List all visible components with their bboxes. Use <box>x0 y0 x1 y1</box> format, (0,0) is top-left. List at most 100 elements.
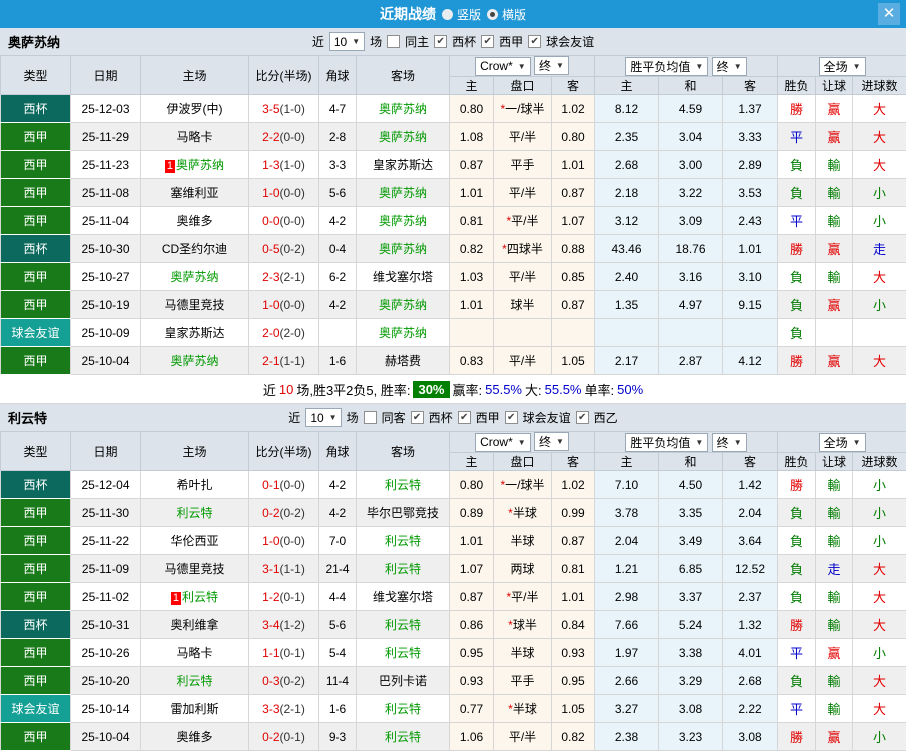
title-bar: 近期战绩 竖版 横版 ✕ <box>0 0 906 28</box>
goals-result-text: 大 <box>873 674 887 689</box>
scope-select[interactable]: 全场 ▼ <box>818 56 866 76</box>
goals-result: 大 <box>852 94 906 123</box>
odds-home: 0.89 <box>449 498 494 527</box>
league-checkbox-3[interactable]: ✔ <box>575 411 589 424</box>
score: 0-0(0-0) <box>248 206 319 235</box>
odds-source-select[interactable]: Crow* ▼ <box>475 56 531 76</box>
odds-home: 0.95 <box>449 638 494 667</box>
halftime-score: (0-0) <box>279 185 305 200</box>
home-team: 马略卡 <box>140 638 249 667</box>
away-team-name: 利云特 <box>384 534 421 548</box>
halftime-score: (0-1) <box>279 645 305 660</box>
odds-home: 0.83 <box>449 346 494 375</box>
handicap-text: 平手 <box>510 674 535 688</box>
halftime-score: (1-0) <box>279 101 305 116</box>
match-date: 25-11-04 <box>70 206 141 235</box>
radio-checked-icon[interactable] <box>487 8 498 20</box>
league-checkbox-2[interactable]: ✔ <box>528 35 542 48</box>
chevron-down-icon: ▼ <box>328 413 337 422</box>
table-row: 西甲 25-10-04 奥萨苏纳 2-1(1-1) 1-6 赫塔费 0.83 平/半 1.05 2… <box>0 346 906 375</box>
away-team-name: 奥萨苏纳 <box>378 102 427 116</box>
handicap: *球半 <box>493 610 552 639</box>
result-text: 負 <box>790 562 804 577</box>
avg-draw: 4.59 <box>658 94 723 123</box>
filter-controls: 近 10 ▼ 场 同客 ✔ 西杯 ✔ 西甲 ✔ 球会友谊 ✔ 西乙 <box>288 408 618 427</box>
odds-time-select[interactable]: 终 ▼ <box>534 432 569 452</box>
away-team: 利云特 <box>356 694 450 723</box>
odds-time-select[interactable]: 终 ▼ <box>534 56 569 76</box>
match-date: 25-10-14 <box>70 694 141 723</box>
layout-radio-horizontal[interactable]: 横版 <box>487 6 526 23</box>
league-checkbox-1[interactable]: ✔ <box>481 35 495 48</box>
halftime-score: (1-1) <box>279 353 305 368</box>
odds-away: 0.81 <box>551 554 595 583</box>
goals-result-text: 大 <box>873 130 887 145</box>
col-header-corner: 角球 <box>318 431 357 471</box>
halftime-score: (2-1) <box>279 269 305 284</box>
near-label: 近 <box>288 411 301 425</box>
score: 3-1(1-1) <box>248 554 319 583</box>
avg-away: 2.22 <box>721 694 779 723</box>
table-row: 西杯 25-12-03 伊波罗(中) 3-5(1-0) 4-7 奥萨苏纳 0.80 *一/球半… <box>0 94 906 123</box>
filter-controls: 近 10 ▼ 场 同主 ✔ 西杯 ✔ 西甲 ✔ 球会友谊 <box>312 32 594 51</box>
goals-result-text: 小 <box>873 478 887 493</box>
handicap-result-text: 輸 <box>827 674 841 689</box>
avg-draw: 3.49 <box>658 526 723 555</box>
avg-away: 9.15 <box>721 290 779 319</box>
away-team: 利云特 <box>356 722 450 751</box>
fulltime-score: 3-5 <box>262 101 280 116</box>
fulltime-score: 0-5 <box>262 241 280 256</box>
match-date: 25-11-08 <box>70 178 141 207</box>
avg-away: 1.01 <box>721 234 779 263</box>
fulltime-score: 0-1 <box>262 477 280 492</box>
result: 勝 <box>777 346 817 375</box>
result-text: 平 <box>790 702 804 717</box>
fulltime-score: 2-0 <box>262 325 280 340</box>
same-venue-checkbox[interactable] <box>363 411 377 424</box>
handicap-result-text: 輸 <box>827 506 841 521</box>
same-venue-checkbox[interactable] <box>387 35 401 48</box>
handicap-text: 平/半 <box>508 730 537 744</box>
avg-away: 1.32 <box>721 610 779 639</box>
odds-home: 1.03 <box>449 262 494 291</box>
avg-time-select[interactable]: 终 ▼ <box>711 56 747 76</box>
avg-draw: 3.37 <box>658 582 723 611</box>
sub-header-5: 客 <box>721 76 779 95</box>
away-team-name: 利云特 <box>384 702 421 716</box>
match-count-select[interactable]: 10 ▼ <box>328 32 366 51</box>
summary-row: 近 10 场,胜3平2负5, 胜率: 30% 赢率: 55.5% 大: 55.5% 单率:… <box>0 375 906 404</box>
odds-source-select[interactable]: Crow* ▼ <box>475 432 531 452</box>
league-checkbox-2[interactable]: ✔ <box>504 411 518 424</box>
layout-radio-vertical[interactable]: 竖版 <box>441 6 481 23</box>
fulltime-score: 3-3 <box>262 701 280 716</box>
fulltime-score: 1-0 <box>262 533 280 548</box>
odds-home: 0.80 <box>449 94 494 123</box>
avg-time-select[interactable]: 终 ▼ <box>711 432 747 452</box>
col-header-home: 主场 <box>140 55 249 95</box>
league-checkbox-1[interactable]: ✔ <box>457 411 471 424</box>
league-label-2: 球会友谊 <box>546 35 595 49</box>
table-row: 西甲 25-10-20 利云特 0-3(0-2) 11-4 巴列卡诺 0.93 平手 0.95 2… <box>0 666 906 695</box>
rank-badge: 1 <box>164 160 176 173</box>
radio-unchecked-icon[interactable] <box>441 8 453 20</box>
corner: 4-2 <box>318 470 357 499</box>
avg-home: 3.27 <box>594 694 659 723</box>
close-icon[interactable]: ✕ <box>878 3 900 25</box>
match-count-select[interactable]: 10 ▼ <box>305 408 342 427</box>
home-team-name: 雷加利斯 <box>170 702 219 716</box>
result: 勝 <box>777 470 817 499</box>
home-team: 塞维利亚 <box>140 178 249 207</box>
avg-type-select[interactable]: 胜平负均值 ▼ <box>625 432 709 452</box>
avg-home: 2.17 <box>594 346 659 375</box>
league-checkbox-0[interactable]: ✔ <box>434 35 448 48</box>
result-text: 勝 <box>790 242 804 257</box>
handicap-text: 一/球半 <box>505 102 545 116</box>
result-text: 勝 <box>790 354 804 369</box>
corner: 4-2 <box>318 206 357 235</box>
scope-select[interactable]: 全场 ▼ <box>818 432 866 452</box>
avg-type-select[interactable]: 胜平负均值 ▼ <box>625 56 709 76</box>
chevron-down-icon: ▼ <box>733 61 742 71</box>
odds-home: 1.07 <box>449 554 494 583</box>
league-checkbox-0[interactable]: ✔ <box>410 411 424 424</box>
odds-home: 1.01 <box>449 290 494 319</box>
